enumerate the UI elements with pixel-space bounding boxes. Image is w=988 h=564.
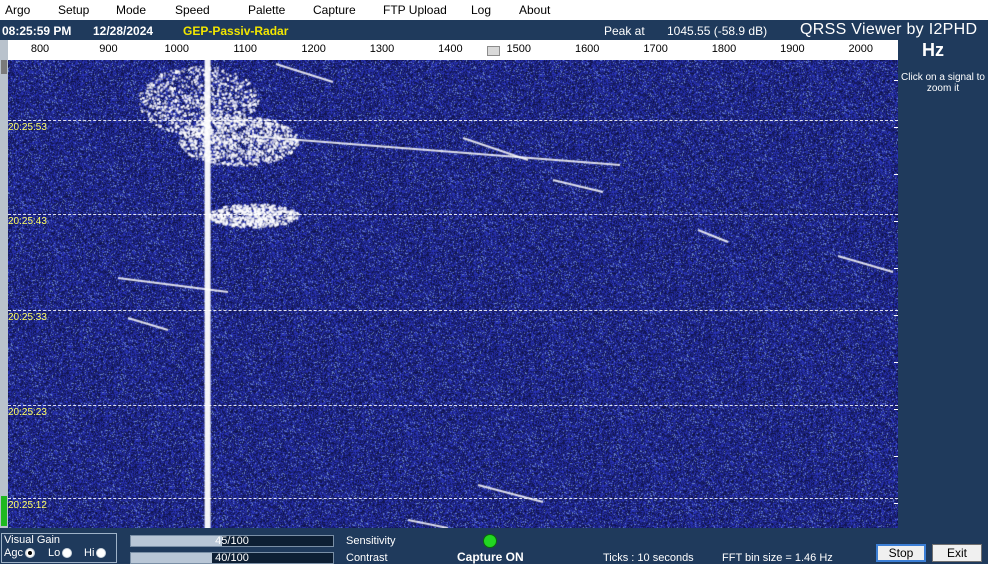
app-title: QRSS Viewer by I2PHD [800, 21, 978, 38]
menu-ftp-upload[interactable]: FTP Upload [383, 3, 447, 17]
left-scroll-strip[interactable] [0, 40, 8, 528]
menu-about[interactable]: About [519, 3, 550, 17]
frequency-ruler[interactable]: 800 900 1000 1100 1200 1300 1400 1500 1600 1700 18… [8, 40, 898, 60]
capture-status: Capture ON [457, 550, 524, 564]
ruler-label: 900 [99, 43, 118, 55]
sensitivity-slider[interactable]: 45/100 [130, 535, 334, 547]
ruler-label: 1000 [164, 43, 190, 55]
contrast-slider[interactable]: 40/100 [130, 552, 334, 564]
current-time: 08:25:59 PM [2, 24, 72, 38]
current-date: 12/28/2024 [93, 24, 154, 38]
scale-tick [894, 456, 898, 457]
qrss-viewer-window: Argo Setup Mode Speed Palette Capture FT… [0, 0, 988, 564]
time-marker-line [8, 405, 898, 406]
waterfall-display[interactable]: 20:25:53 20:25:43 20:25:33 20:25:23 20:25:12 [8, 60, 898, 528]
capture-led-icon [483, 534, 497, 548]
contrast-value: 40/100 [215, 552, 249, 564]
ruler-label: 1500 [506, 43, 532, 55]
visual-gain-group: Visual Gain Agc Lo Hi [1, 533, 117, 563]
frequency-unit: Hz [922, 40, 944, 60]
scale-tick [894, 80, 898, 81]
scroll-thumb[interactable] [1, 60, 7, 74]
scale-tick [894, 221, 898, 222]
gain-option-hi-label: Hi [84, 547, 95, 559]
ruler-label: 1100 [233, 43, 258, 55]
peak-label: Peak at [604, 24, 645, 38]
scale-tick [894, 127, 898, 128]
ruler-label: 1300 [369, 43, 395, 55]
info-bar: 08:25:59 PM 12/28/2024 GEP-Passiv-Radar … [0, 20, 988, 40]
contrast-label: Contrast [346, 552, 388, 564]
gain-lo-radio[interactable] [62, 548, 73, 558]
scale-tick [894, 268, 898, 269]
ruler-label: 800 [30, 43, 50, 55]
gain-agc-radio[interactable] [24, 548, 35, 558]
scale-tick [894, 362, 898, 363]
time-marker-label: 20:25:33 [8, 312, 47, 323]
menu-argo[interactable]: Argo [5, 3, 30, 17]
sensitivity-label: Sensitivity [346, 535, 396, 547]
gain-option-agc[interactable]: Agc [4, 547, 35, 559]
peak-value: 1045.55 (-58.9 dB) [667, 24, 768, 38]
time-marker-label: 20:25:12 [8, 500, 47, 511]
time-marker-label: 20:25:23 [8, 407, 47, 418]
ruler-label: 1400 [438, 43, 463, 55]
ruler-label: 1800 [711, 43, 737, 55]
time-marker-line [8, 310, 898, 311]
gain-option-agc-label: Agc [4, 547, 23, 559]
exit-button[interactable]: Exit [932, 544, 982, 562]
menu-speed[interactable]: Speed [175, 3, 210, 17]
scale-tick [894, 409, 898, 410]
scale-tick [894, 315, 898, 316]
zoom-hint-text: Click on a signal to zoom it [901, 72, 985, 94]
menu-palette[interactable]: Palette [248, 3, 285, 17]
station-name: GEP-Passiv-Radar [183, 24, 289, 38]
menu-setup[interactable]: Setup [58, 3, 89, 17]
control-bar: Visual Gain Agc Lo Hi 45/100 Sensitivity… [0, 528, 988, 564]
ruler-label: 1700 [643, 43, 668, 55]
waterfall-canvas[interactable] [8, 60, 898, 528]
ruler-label: 1600 [574, 43, 600, 55]
level-indicator [1, 496, 7, 526]
menu-mode[interactable]: Mode [116, 3, 146, 17]
time-marker-line [8, 498, 898, 499]
fft-bin-info: FFT bin size = 1.46 Hz [722, 552, 833, 564]
menu-bar: Argo Setup Mode Speed Palette Capture FT… [0, 0, 988, 20]
sensitivity-value: 45/100 [215, 535, 249, 547]
ticks-info: Ticks : 10 seconds [603, 552, 694, 564]
scale-tick [894, 174, 898, 175]
ruler-label: 1200 [301, 43, 326, 55]
gain-option-hi[interactable]: Hi [84, 547, 107, 559]
ruler-label: 2000 [848, 43, 874, 55]
time-marker-line [8, 214, 898, 215]
time-marker-label: 20:25:53 [8, 122, 47, 133]
gain-option-lo-label: Lo [48, 547, 61, 559]
menu-log[interactable]: Log [471, 3, 491, 17]
scale-tick [894, 503, 898, 504]
menu-capture[interactable]: Capture [313, 3, 356, 17]
gain-option-lo[interactable]: Lo [48, 547, 73, 559]
gain-hi-radio[interactable] [96, 548, 107, 558]
stop-button[interactable]: Stop [876, 544, 926, 562]
time-marker-label: 20:25:43 [8, 216, 47, 227]
time-marker-line [8, 120, 898, 121]
ruler-label: 1900 [780, 43, 805, 55]
ruler-marker-box[interactable] [487, 46, 500, 56]
visual-gain-title: Visual Gain [4, 534, 61, 546]
